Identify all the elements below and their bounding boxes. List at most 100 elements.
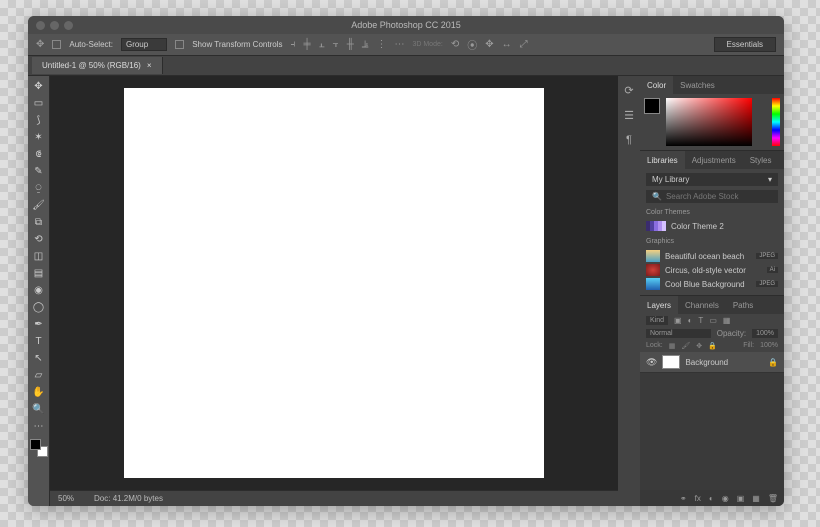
auto-select-dropdown[interactable]: Group bbox=[121, 38, 167, 51]
canvas-viewport[interactable] bbox=[50, 76, 618, 490]
layers-panel-tabs: Layers Channels Paths bbox=[640, 296, 784, 314]
stock-search-input[interactable]: 🔍Search Adobe Stock bbox=[646, 190, 778, 203]
layer-list: 👁 Background 🔒 bbox=[640, 352, 784, 490]
channels-tab[interactable]: Channels bbox=[678, 296, 726, 314]
close-window-button[interactable] bbox=[36, 21, 45, 30]
blur-tool[interactable]: ◉ bbox=[30, 282, 48, 298]
document-tab[interactable]: Untitled-1 @ 50% (RGB/16) × bbox=[32, 57, 163, 74]
dodge-tool[interactable]: ◯ bbox=[30, 299, 48, 315]
show-transform-checkbox[interactable] bbox=[175, 40, 184, 49]
libraries-tab[interactable]: Libraries bbox=[640, 151, 685, 169]
blend-mode-dropdown[interactable]: Normal bbox=[646, 329, 711, 338]
adjustments-tab[interactable]: Adjustments bbox=[685, 151, 743, 169]
align-bottom-icon[interactable]: ⫡ bbox=[362, 39, 369, 50]
filter-smart-icon[interactable]: ▦ bbox=[723, 316, 731, 325]
layer-thumbnail[interactable] bbox=[662, 355, 680, 369]
3d-zoom-icon[interactable]: ⤢ bbox=[520, 39, 528, 50]
3d-slide-icon[interactable]: ↔ bbox=[502, 39, 512, 50]
opacity-field[interactable]: 100% bbox=[752, 329, 778, 338]
status-bar: 50% Doc: 41.2M/0 bytes bbox=[50, 490, 618, 506]
crop-tool[interactable]: ⟃ bbox=[30, 146, 48, 162]
move-tool[interactable]: ✥ bbox=[30, 78, 48, 94]
minimize-window-button[interactable] bbox=[50, 21, 59, 30]
filter-image-icon[interactable]: ▣ bbox=[674, 316, 682, 325]
healing-brush-tool[interactable]: ⍜ bbox=[30, 180, 48, 196]
canvas[interactable] bbox=[124, 88, 544, 478]
library-graphic-item[interactable]: Circus, old-style vectorAi bbox=[646, 263, 778, 277]
history-brush-tool[interactable]: ⟲ bbox=[30, 231, 48, 247]
zoom-window-button[interactable] bbox=[64, 21, 73, 30]
path-select-tool[interactable]: ↖ bbox=[30, 350, 48, 366]
align-top-icon[interactable]: ⫟ bbox=[333, 39, 339, 50]
paths-tab[interactable]: Paths bbox=[726, 296, 760, 314]
align-middle-icon[interactable]: ╫ bbox=[347, 39, 354, 50]
delete-layer-icon[interactable]: 🗑 bbox=[768, 494, 778, 503]
link-layers-icon[interactable]: ⚭ bbox=[680, 494, 687, 503]
lock-all-icon[interactable]: 🔒 bbox=[708, 342, 717, 350]
3d-roll-icon[interactable]: ⦿ bbox=[467, 37, 477, 52]
lock-transparent-icon[interactable]: ▦ bbox=[669, 342, 676, 350]
fill-field[interactable]: 100% bbox=[760, 342, 778, 350]
filter-shape-icon[interactable]: ▭ bbox=[709, 316, 717, 325]
marquee-tool[interactable]: ▭ bbox=[30, 95, 48, 111]
align-right-icon[interactable]: ⫠ bbox=[319, 39, 325, 50]
align-center-h-icon[interactable]: ╪ bbox=[303, 39, 310, 50]
new-layer-icon[interactable]: ▦ bbox=[752, 494, 760, 503]
new-fill-icon[interactable]: ◉ bbox=[722, 494, 729, 503]
workspace-selector[interactable]: Essentials bbox=[714, 37, 776, 52]
library-dropdown[interactable]: My Library ▾ bbox=[646, 173, 778, 186]
align-left-icon[interactable]: ⫞ bbox=[290, 39, 295, 50]
type-tool[interactable]: T bbox=[30, 333, 48, 349]
eyedropper-tool[interactable]: ✎ bbox=[30, 163, 48, 179]
filter-adjust-icon[interactable]: ◐ bbox=[688, 316, 693, 325]
layers-tab[interactable]: Layers bbox=[640, 296, 678, 314]
color-theme-item[interactable]: Color Theme 2 bbox=[646, 220, 778, 232]
layer-mask-icon[interactable]: ◐ bbox=[709, 494, 714, 503]
foreground-color-swatch[interactable] bbox=[30, 439, 41, 450]
color-tab[interactable]: Color bbox=[640, 76, 673, 94]
layer-background[interactable]: 👁 Background 🔒 bbox=[640, 352, 784, 373]
lock-position-icon[interactable]: ✥ bbox=[696, 342, 702, 350]
character-panel-icon[interactable]: ¶ bbox=[626, 134, 632, 146]
zoom-tool[interactable]: 🔍 bbox=[30, 401, 48, 417]
eraser-tool[interactable]: ◫ bbox=[30, 248, 48, 264]
current-color-swatch[interactable] bbox=[644, 98, 660, 114]
layer-style-icon[interactable]: fx bbox=[695, 494, 701, 503]
magic-wand-tool[interactable]: ✶ bbox=[30, 129, 48, 145]
layer-kind-filter[interactable]: Kind bbox=[646, 316, 668, 325]
clone-stamp-tool[interactable]: ⧉ bbox=[30, 214, 48, 230]
hand-tool[interactable]: ✋ bbox=[30, 384, 48, 400]
library-graphic-item[interactable]: Cool Blue BackgroundJPEG bbox=[646, 277, 778, 291]
library-graphic-item[interactable]: Beautiful ocean beachJPEG bbox=[646, 249, 778, 263]
visibility-icon[interactable]: 👁 bbox=[646, 357, 657, 368]
pen-tool[interactable]: ✒ bbox=[30, 316, 48, 332]
color-picker-field[interactable] bbox=[666, 98, 752, 146]
lock-icon[interactable]: 🔒 bbox=[768, 358, 778, 367]
show-transform-label: Show Transform Controls bbox=[192, 40, 282, 49]
3d-pan-icon[interactable]: ✥ bbox=[485, 39, 493, 50]
gradient-tool[interactable]: ▤ bbox=[30, 265, 48, 281]
filter-type-icon[interactable]: T bbox=[698, 316, 703, 325]
format-badge: JPEG bbox=[756, 253, 778, 259]
styles-tab[interactable]: Styles bbox=[743, 151, 779, 169]
close-tab-icon[interactable]: × bbox=[147, 61, 152, 70]
zoom-level[interactable]: 50% bbox=[58, 494, 74, 503]
swatches-tab[interactable]: Swatches bbox=[673, 76, 722, 94]
more-options-icon[interactable]: ⋯ bbox=[394, 39, 404, 50]
lasso-tool[interactable]: ⟆ bbox=[30, 112, 48, 128]
brush-tool[interactable]: 🖌 bbox=[30, 197, 48, 213]
properties-panel-icon[interactable]: ☰ bbox=[624, 109, 634, 122]
layer-name[interactable]: Background bbox=[685, 358, 728, 367]
edit-toolbar[interactable]: ⋯ bbox=[30, 418, 48, 434]
fill-label: Fill: bbox=[743, 342, 754, 350]
distribute-h-icon[interactable]: ⋮ bbox=[376, 39, 386, 50]
auto-select-checkbox[interactable] bbox=[52, 40, 61, 49]
hue-slider[interactable] bbox=[772, 98, 780, 146]
shape-tool[interactable]: ▱ bbox=[30, 367, 48, 383]
new-group-icon[interactable]: ▣ bbox=[737, 494, 745, 503]
color-swatches[interactable] bbox=[30, 439, 48, 457]
history-panel-icon[interactable]: ⟳ bbox=[624, 84, 633, 97]
3d-orbit-icon[interactable]: ⟲ bbox=[451, 39, 459, 50]
lock-pixels-icon[interactable]: 🖌 bbox=[681, 342, 690, 350]
doc-info[interactable]: Doc: 41.2M/0 bytes bbox=[94, 494, 163, 503]
